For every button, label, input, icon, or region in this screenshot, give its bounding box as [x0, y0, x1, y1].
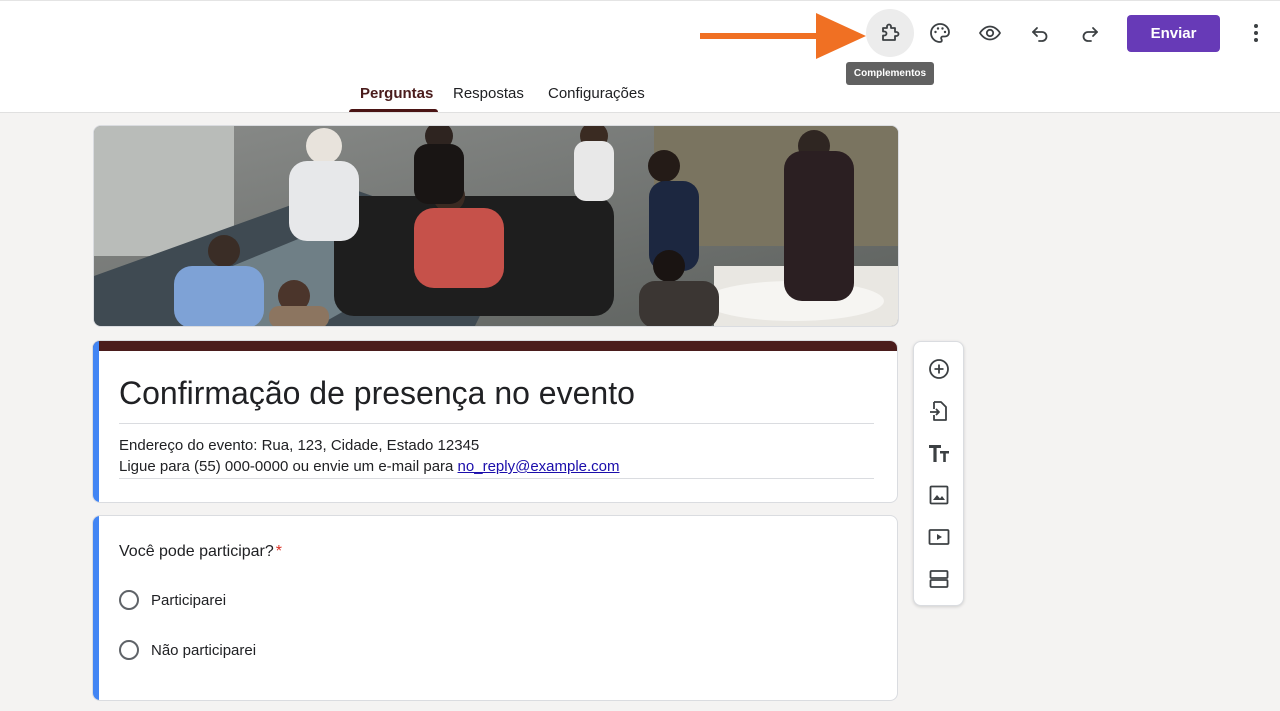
- title-underline: [119, 423, 874, 424]
- focus-indicator: [93, 516, 99, 700]
- form-title[interactable]: Confirmação de presença no evento: [119, 375, 635, 412]
- question-title: Você pode participar? *: [119, 543, 282, 561]
- eye-icon: [978, 25, 1002, 41]
- import-questions-button[interactable]: [926, 398, 952, 424]
- add-video-button[interactable]: [926, 524, 952, 550]
- form-description-line1[interactable]: Endereço do evento: Rua, 123, Cidade, Es…: [119, 437, 479, 454]
- tab-responses[interactable]: Respostas: [453, 85, 524, 102]
- tab-settings[interactable]: Configurações: [548, 85, 645, 102]
- add-title-button[interactable]: [926, 440, 952, 466]
- option-label: Participarei: [151, 591, 227, 609]
- video-icon: [928, 529, 950, 545]
- radio-button[interactable]: [119, 640, 139, 660]
- email-link[interactable]: no_reply@example.com: [458, 458, 620, 475]
- radio-button[interactable]: [119, 590, 139, 610]
- option-label: Não participarei: [151, 641, 257, 659]
- send-button[interactable]: Enviar: [1127, 15, 1220, 52]
- add-image-button[interactable]: [926, 482, 952, 508]
- palette-icon: [930, 23, 950, 43]
- theme-color-strip: [93, 341, 897, 351]
- preview-button[interactable]: [966, 9, 1014, 57]
- redo-button[interactable]: [1066, 9, 1114, 57]
- question-text: Você pode participar?: [119, 543, 274, 560]
- add-circle-icon: [929, 359, 949, 379]
- header-image: [93, 125, 899, 327]
- add-question-button[interactable]: [926, 356, 952, 382]
- import-icon: [930, 401, 947, 421]
- theme-button[interactable]: [916, 9, 964, 57]
- focus-indicator: [93, 341, 99, 502]
- undo-icon: [1032, 27, 1048, 42]
- add-section-button[interactable]: [926, 566, 952, 592]
- party-photo-image: [94, 126, 898, 326]
- more-button[interactable]: [1232, 9, 1280, 57]
- description-contact-text: Ligue para (55) 000-0000 ou envie um e-m…: [119, 458, 458, 475]
- redo-icon: [1082, 27, 1098, 42]
- image-icon: [929, 485, 949, 505]
- addons-button[interactable]: [866, 9, 914, 57]
- active-tab-indicator: [349, 109, 438, 112]
- undo-button[interactable]: [1016, 9, 1064, 57]
- form-title-card[interactable]: Confirmação de presença no evento Endere…: [92, 340, 898, 503]
- question-card[interactable]: Você pode participar? * Participarei Não …: [92, 515, 898, 701]
- top-bar: Enviar Complementos Perguntas Respostas …: [0, 0, 1280, 113]
- description-underline: [119, 478, 874, 479]
- required-asterisk: *: [275, 543, 283, 560]
- orange-arrow-annotation: [700, 13, 866, 59]
- radio-option[interactable]: Não participarei: [119, 640, 256, 660]
- more-vert-icon: [1254, 24, 1258, 42]
- radio-option[interactable]: Participarei: [119, 590, 226, 610]
- puzzle-icon: [882, 23, 900, 41]
- form-description-line2[interactable]: Ligue para (55) 000-0000 ou envie um e-m…: [119, 458, 620, 475]
- form-tabs: Perguntas Respostas Configurações: [0, 73, 1280, 114]
- tab-questions[interactable]: Perguntas: [360, 85, 433, 102]
- section-icon: [929, 570, 949, 588]
- floating-toolbar: [913, 341, 964, 606]
- title-text-icon: [929, 445, 949, 462]
